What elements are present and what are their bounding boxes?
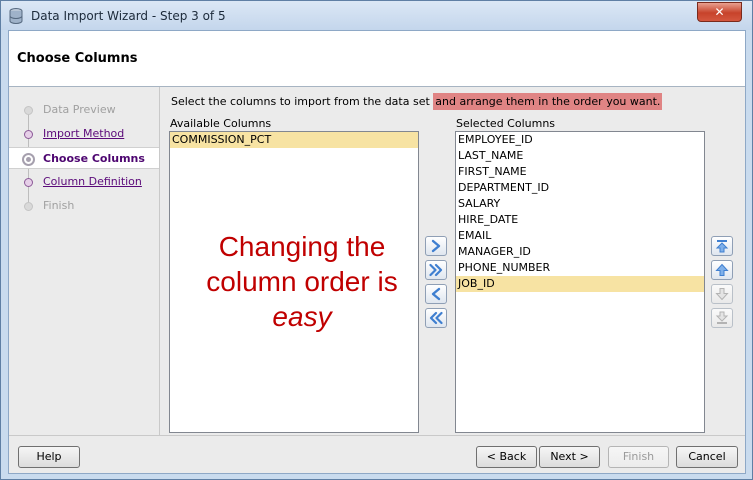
list-item[interactable]: LAST_NAME — [456, 148, 704, 164]
list-item[interactable]: EMAIL — [456, 228, 704, 244]
move-left-button[interactable] — [425, 284, 447, 304]
move-down-button[interactable] — [711, 284, 733, 304]
finish-button[interactable]: Finish — [608, 446, 669, 468]
steps-panel: Data Preview Import Method Choose Column… — [9, 87, 160, 435]
annotation-line-2: column order is — [206, 266, 398, 297]
window-title: Data Import Wizard - Step 3 of 5 — [31, 9, 226, 23]
window-close-button[interactable]: ✕ — [697, 2, 742, 22]
step-dot-icon — [24, 130, 33, 139]
step-dot-icon — [24, 106, 33, 115]
step-label: Choose Columns — [43, 152, 145, 165]
step-column-definition[interactable]: Column Definition — [9, 171, 159, 193]
move-right-button[interactable] — [425, 236, 447, 256]
close-icon: ✕ — [714, 5, 725, 19]
wizard-window: Data Import Wizard - Step 3 of 5 ✕ Choos… — [0, 0, 753, 480]
title-bar: Data Import Wizard - Step 3 of 5 ✕ — [1, 1, 752, 30]
annotation-text: Changing the column order is easy — [177, 229, 427, 334]
list-item[interactable]: FIRST_NAME — [456, 164, 704, 180]
list-item[interactable]: COMMISSION_PCT — [170, 132, 418, 148]
move-to-bottom-button[interactable] — [711, 308, 733, 328]
step-dot-icon — [24, 178, 33, 187]
wizard-footer: Help < Back Next > Finish Cancel — [9, 435, 745, 473]
step-label: Data Preview — [43, 103, 116, 116]
list-item[interactable]: MANAGER_ID — [456, 244, 704, 260]
list-item[interactable]: SALARY — [456, 196, 704, 212]
page-title: Choose Columns — [17, 51, 138, 66]
move-to-top-button[interactable] — [711, 236, 733, 256]
selected-columns-label: Selected Columns — [456, 117, 556, 130]
list-item[interactable]: DEPARTMENT_ID — [456, 180, 704, 196]
list-item[interactable]: JOB_ID — [456, 276, 704, 292]
current-step-icon — [22, 153, 35, 166]
help-button[interactable]: Help — [18, 446, 80, 468]
back-button[interactable]: < Back — [476, 446, 537, 468]
step-label: Finish — [43, 199, 75, 212]
list-item[interactable]: EMPLOYEE_ID — [456, 132, 704, 148]
wizard-body: Data Preview Import Method Choose Column… — [9, 87, 745, 435]
annotation-line-3: easy — [272, 301, 332, 332]
wizard-content: Choose Columns Data Preview Import Metho… — [8, 30, 746, 474]
move-all-right-button[interactable] — [425, 260, 447, 280]
step-label[interactable]: Import Method — [43, 127, 124, 140]
instruction-part-1: Select the columns to import from the da… — [171, 95, 434, 108]
step-import-method[interactable]: Import Method — [9, 123, 159, 145]
database-icon — [9, 8, 23, 24]
step-finish: Finish — [9, 195, 159, 217]
step-choose-columns: Choose Columns — [9, 147, 159, 169]
move-up-button[interactable] — [711, 260, 733, 280]
cancel-button[interactable]: Cancel — [676, 446, 738, 468]
wizard-header: Choose Columns — [9, 31, 745, 87]
step-data-preview: Data Preview — [9, 99, 159, 121]
step-label[interactable]: Column Definition — [43, 175, 142, 188]
step-dot-icon — [24, 202, 33, 211]
instruction-highlight: and arrange them in the order you want. — [433, 93, 663, 110]
list-item[interactable]: HIRE_DATE — [456, 212, 704, 228]
next-button[interactable]: Next > — [539, 446, 600, 468]
instruction-text: Select the columns to import from the da… — [171, 93, 663, 110]
available-columns-label: Available Columns — [170, 117, 272, 130]
list-item[interactable]: PHONE_NUMBER — [456, 260, 704, 276]
move-all-left-button[interactable] — [425, 308, 447, 328]
annotation-line-1: Changing the — [218, 231, 386, 262]
selected-columns-list[interactable]: EMPLOYEE_ID LAST_NAME FIRST_NAME DEPARTM… — [455, 131, 705, 433]
